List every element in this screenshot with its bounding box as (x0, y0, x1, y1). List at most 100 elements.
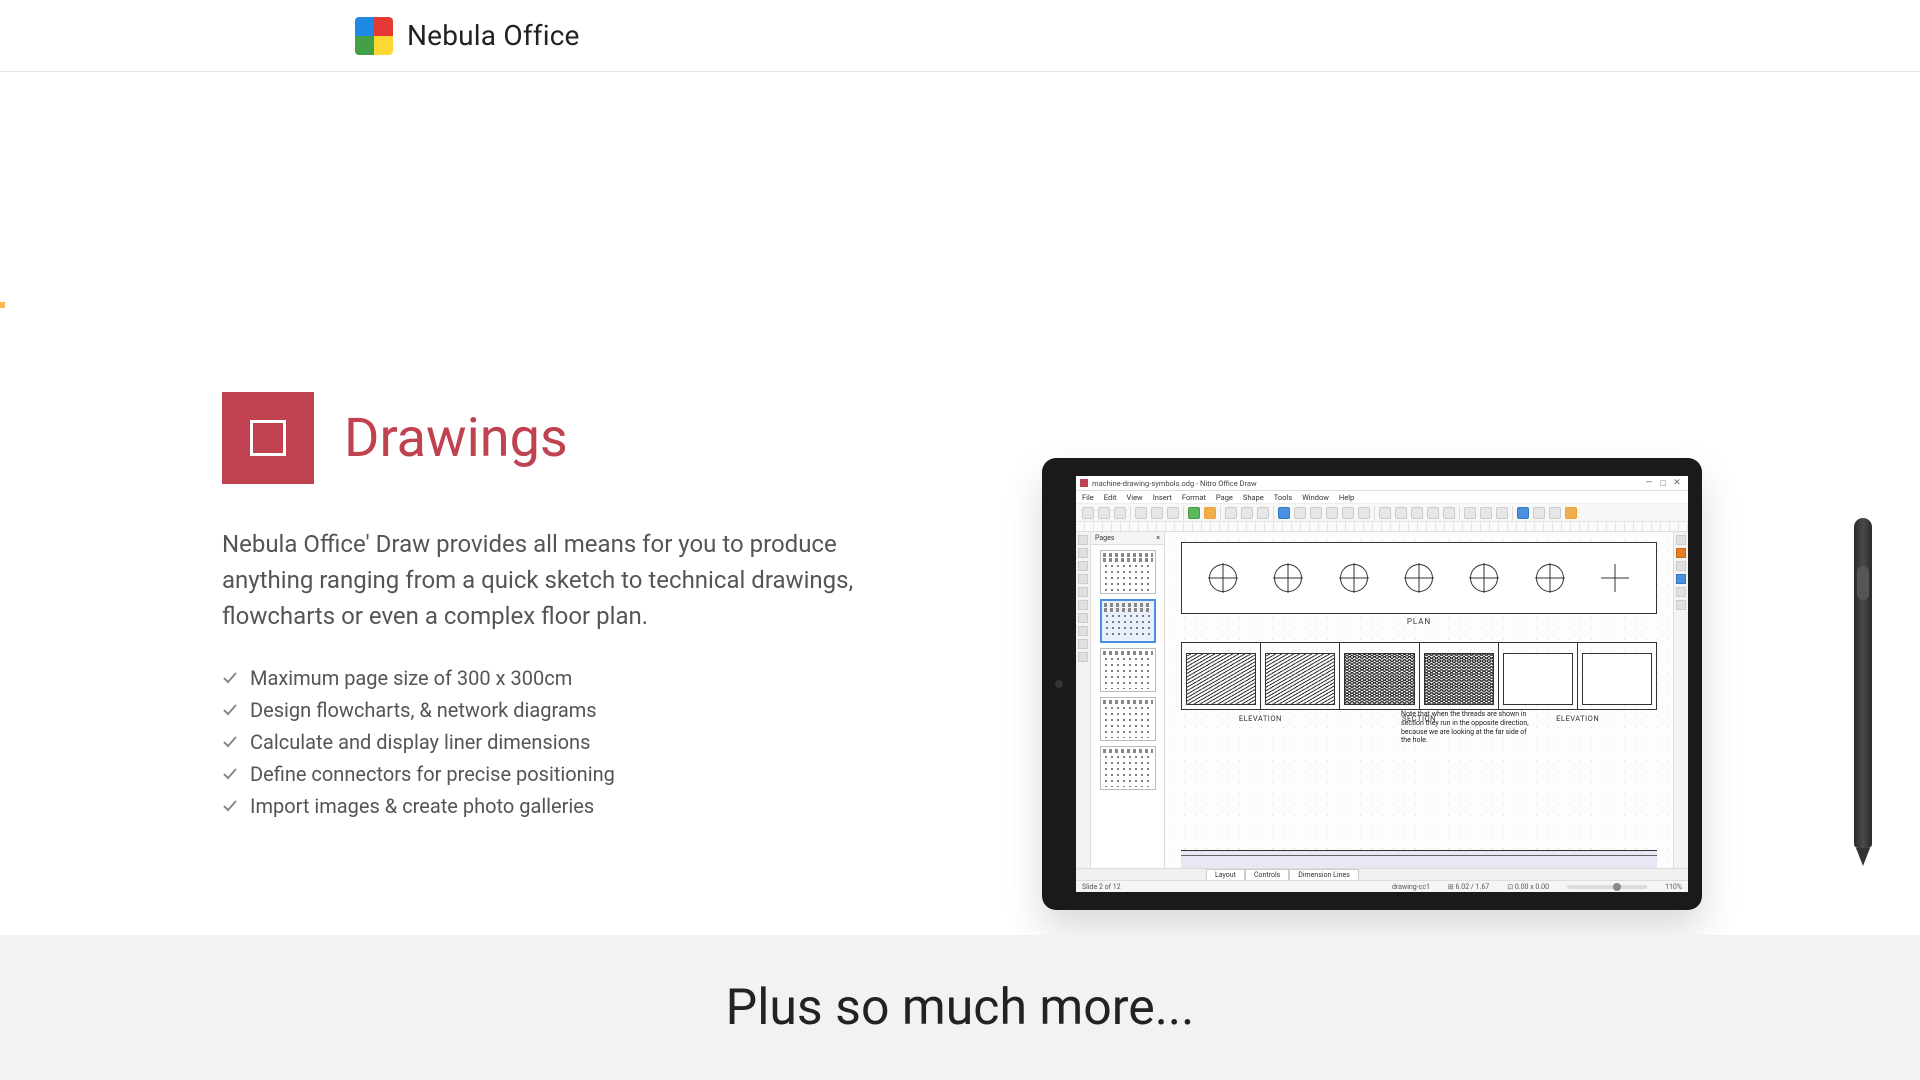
menu-item: Shape (1243, 493, 1264, 502)
toolbar-icon (1225, 507, 1237, 519)
status-bar: Slide 2 of 12 drawing-cc1 ⊞ 6.02 / 1.67 … (1076, 880, 1688, 892)
toolbar-icon (1427, 507, 1439, 519)
toolbar-icon (1395, 507, 1407, 519)
sheet-tab: Controls (1245, 869, 1289, 880)
thread-outline-drawing (1582, 653, 1652, 705)
brand-name: Nebula Office (407, 19, 580, 52)
check-icon (222, 798, 238, 814)
check-icon (222, 670, 238, 686)
toolbar-icon (1464, 507, 1476, 519)
toolbar-icon (1294, 507, 1306, 519)
check-icon (222, 766, 238, 782)
plus-symbol-icon (1601, 564, 1629, 592)
crosshair-circle-icon (1340, 564, 1368, 592)
feature-text: Import images & create photo galleries (250, 794, 594, 818)
feature-item: Maximum page size of 300 x 300cm (222, 666, 922, 690)
pages-label: Pages (1095, 534, 1114, 542)
zoom-value: 110% (1665, 883, 1682, 891)
toolbar-icon (1517, 507, 1529, 519)
crosshair-circle-icon (1470, 564, 1498, 592)
page-thumbnail (1100, 746, 1156, 790)
feature-text: Design flowcharts, & network diagrams (250, 698, 597, 722)
crosshair-circle-icon (1209, 564, 1237, 592)
feature-item: Define connectors for precise positionin… (222, 762, 922, 786)
decorative-edge (0, 302, 5, 308)
page-thumbnail (1100, 550, 1156, 594)
brand-logo-icon (355, 17, 393, 55)
toolbar-icon (1411, 507, 1423, 519)
feature-text: Maximum page size of 300 x 300cm (250, 666, 572, 690)
toolbar-icon (1151, 507, 1163, 519)
feature-text-column: Drawings Nebula Office' Draw provides al… (222, 392, 922, 826)
feature-list: Maximum page size of 300 x 300cm Design … (222, 666, 922, 818)
tool-icon (1078, 652, 1088, 662)
check-icon (222, 702, 238, 718)
drawings-icon (222, 392, 314, 484)
minimize-icon: — (1642, 478, 1656, 488)
menu-item: Window (1302, 493, 1329, 502)
screenshot-column: machine-drawing-symbols.odg - Nitro Offi… (1042, 458, 1800, 910)
tool-icon (1078, 600, 1088, 610)
window-title: machine-drawing-symbols.odg - Nitro Offi… (1092, 479, 1257, 488)
toolbar-icon (1565, 507, 1577, 519)
stylus-pen (1854, 518, 1872, 848)
sheet-tabs: Layout Controls Dimension Lines (1076, 868, 1688, 880)
menu-item: Page (1216, 493, 1233, 502)
maximize-icon: □ (1656, 478, 1670, 489)
toolbar-icon (1443, 507, 1455, 519)
toolbar-icon (1379, 507, 1391, 519)
toolbar-icon (1135, 507, 1147, 519)
section-title: Drawings (344, 407, 568, 470)
zoom-slider (1567, 885, 1647, 889)
tablet-frame: machine-drawing-symbols.odg - Nitro Offi… (1042, 458, 1702, 910)
toolbar-icon (1358, 507, 1370, 519)
thread-outline-drawing (1503, 653, 1573, 705)
tool-icon (1676, 561, 1686, 571)
toolbar-icon (1342, 507, 1354, 519)
tool-icon (1078, 535, 1088, 545)
toolbar (1076, 504, 1688, 522)
check-icon (222, 734, 238, 750)
thread-drawing (1186, 653, 1256, 705)
app-screenshot: machine-drawing-symbols.odg - Nitro Offi… (1076, 476, 1688, 892)
window-titlebar: machine-drawing-symbols.odg - Nitro Offi… (1076, 476, 1688, 491)
workspace: Pages × (1076, 532, 1688, 868)
plan-label: PLAN (1181, 617, 1657, 626)
menu-item: File (1082, 493, 1094, 502)
more-section: Plus so much more... (0, 935, 1920, 1080)
tool-icon (1676, 548, 1686, 558)
status-slide: Slide 2 of 12 (1082, 883, 1121, 891)
sheet-tab: Dimension Lines (1289, 869, 1359, 880)
feature-text: Calculate and display liner dimensions (250, 730, 590, 754)
tool-icon (1078, 587, 1088, 597)
drawing-canvas: PLAN ELEVATION SECTION ELEVAT (1165, 532, 1673, 868)
toolbar-icon (1326, 507, 1338, 519)
status-coords: ⊞ 6.02 / 1.67 (1448, 883, 1489, 891)
tool-icon (1078, 548, 1088, 558)
feature-text: Define connectors for precise positionin… (250, 762, 615, 786)
toolbar-icon (1278, 507, 1290, 519)
thread-section-drawing (1344, 653, 1414, 705)
sheet-tab: Layout (1206, 869, 1245, 880)
toolbar-icon (1082, 507, 1094, 519)
toolbar-icon (1204, 507, 1216, 519)
tool-icon (1078, 561, 1088, 571)
thread-drawing (1265, 653, 1335, 705)
crosshair-circle-icon (1405, 564, 1433, 592)
menu-item: Format (1182, 493, 1206, 502)
toolbar-icon (1533, 507, 1545, 519)
right-toolbar (1673, 532, 1688, 868)
tool-icon (1078, 574, 1088, 584)
toolbar-icon (1241, 507, 1253, 519)
thread-section-drawing (1424, 653, 1494, 705)
toolbar-icon (1257, 507, 1269, 519)
drawing-bottom-strip (1181, 850, 1657, 868)
crosshair-circle-icon (1536, 564, 1564, 592)
drawing-note: Note that when the threads are shown in … (1401, 710, 1529, 745)
page-thumbnail (1100, 648, 1156, 692)
horizontal-ruler (1076, 522, 1688, 532)
pages-panel: Pages × (1091, 532, 1165, 868)
more-title: Plus so much more... (726, 979, 1195, 1037)
menu-item: Help (1339, 493, 1354, 502)
feature-item: Import images & create photo galleries (222, 794, 922, 818)
